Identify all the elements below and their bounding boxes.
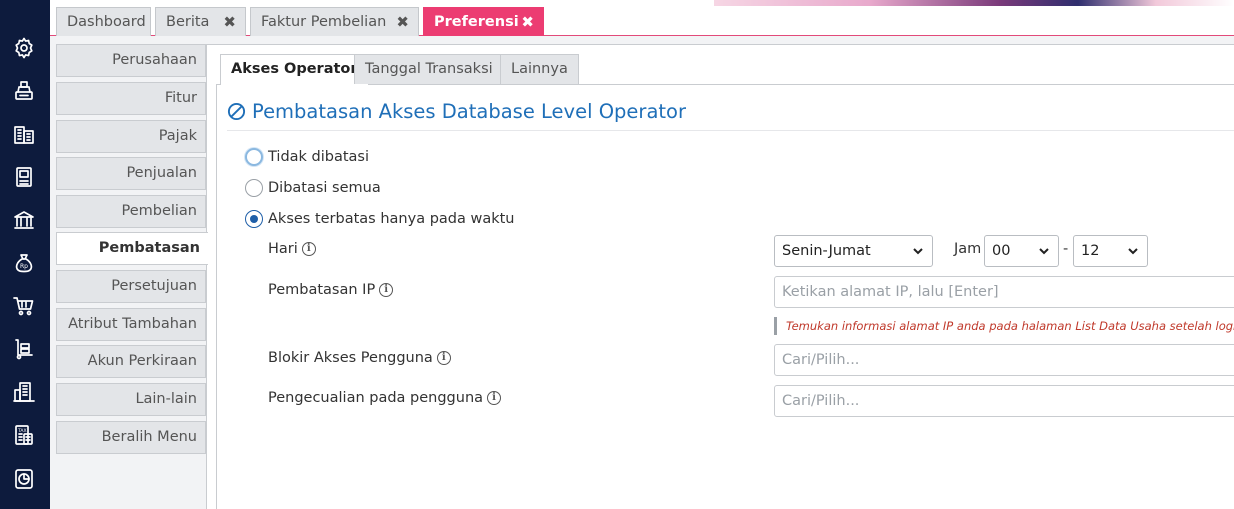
ip-label-text: Pembatasan IP xyxy=(268,282,376,298)
radio-label: Tidak dibatasi xyxy=(268,149,370,165)
book-icon[interactable] xyxy=(11,164,37,190)
side-menu-pembelian[interactable]: Pembelian xyxy=(56,195,206,228)
tab-faktur-pembelian[interactable]: Faktur Pembelian ✖ xyxy=(250,7,419,36)
subtab-akses-operator[interactable]: Akses Operator xyxy=(220,54,369,85)
radio-button[interactable] xyxy=(245,179,263,197)
ban-icon xyxy=(227,102,246,121)
info-icon[interactable]: i xyxy=(301,242,316,256)
pengecualian-label: Pengecualian pada pengguna i xyxy=(268,390,502,406)
blokir-label: Blokir Akses Pengguna i xyxy=(268,350,451,366)
company-icon[interactable] xyxy=(11,379,37,405)
info-icon[interactable]: i xyxy=(379,283,394,297)
tab-bar: Dashboard Berita ✖ Faktur Pembelian ✖ Pr… xyxy=(50,6,1234,36)
side-menu-pembatasan[interactable]: Pembatasan xyxy=(56,232,208,265)
blokir-label-text: Blokir Akses Pengguna xyxy=(268,350,433,366)
tab-preferensi[interactable]: Preferensi ✖ xyxy=(423,7,544,36)
building-icon[interactable] xyxy=(11,121,37,147)
hari-select[interactable]: Senin-Jumat xyxy=(774,235,933,267)
money-bag-icon[interactable]: Rp xyxy=(11,250,37,276)
tab-label: Berita xyxy=(166,14,210,30)
jam-separator: - xyxy=(1063,241,1069,257)
side-menu-perusahaan[interactable]: Perusahaan xyxy=(56,44,206,77)
pengecualian-select[interactable]: Cari/Pilih... xyxy=(774,385,1234,417)
icon-rail: Rp TAX xyxy=(0,0,50,509)
ip-input[interactable]: Ketikan alamat IP, lalu [Enter] xyxy=(774,276,1234,308)
radio-button[interactable] xyxy=(245,148,263,166)
tab-label: Faktur Pembelian xyxy=(261,14,387,30)
report-icon[interactable] xyxy=(11,466,37,492)
radio-tidak-dibatasi[interactable]: Tidak dibatasi xyxy=(245,148,369,166)
tab-dashboard[interactable]: Dashboard xyxy=(56,7,151,36)
svg-text:Rp: Rp xyxy=(20,263,28,270)
cart-icon[interactable] xyxy=(11,293,37,319)
hari-select-value: Senin-Jumat xyxy=(782,243,871,259)
subtab-tanggal-transaksi[interactable]: Tanggal Transaksi xyxy=(354,54,504,84)
side-menu-penjualan[interactable]: Penjualan xyxy=(56,157,206,190)
radio-dibatasi-semua[interactable]: Dibatasi semua xyxy=(245,179,381,197)
svg-text:TAX: TAX xyxy=(17,428,27,434)
section-title-text: Pembatasan Akses Database Level Operator xyxy=(252,100,686,123)
bank-icon[interactable] xyxy=(11,207,37,233)
blokir-select[interactable]: Cari/Pilih... xyxy=(774,344,1234,376)
chevron-down-icon xyxy=(1128,248,1138,255)
close-icon[interactable]: ✖ xyxy=(396,13,409,31)
jam-from-select[interactable]: 00 xyxy=(984,235,1059,267)
ip-label: Pembatasan IP i xyxy=(268,282,394,298)
info-icon[interactable]: i xyxy=(436,351,451,365)
side-menu-beralih-menu[interactable]: Beralih Menu xyxy=(56,421,206,454)
radio-akses-terbatas[interactable]: Akses terbatas hanya pada waktu xyxy=(245,210,515,228)
close-icon[interactable]: ✖ xyxy=(521,13,534,31)
side-menu-persetujuan[interactable]: Persetujuan xyxy=(56,270,206,303)
hari-label: Hari i xyxy=(268,241,316,257)
ip-hint: Temukan informasi alamat IP anda pada ha… xyxy=(774,317,1234,335)
cash-register-icon[interactable] xyxy=(11,78,37,104)
tab-label: Preferensi xyxy=(434,14,519,30)
info-icon[interactable]: i xyxy=(487,391,502,405)
hand-truck-icon[interactable] xyxy=(11,336,37,362)
jam-from-value: 00 xyxy=(992,243,1011,259)
side-menu-akun-perkiraan[interactable]: Akun Perkiraan xyxy=(56,345,206,378)
jam-to-select[interactable]: 12 xyxy=(1073,235,1148,267)
section-title: Pembatasan Akses Database Level Operator xyxy=(227,100,686,123)
side-menu-atribut-tambahan[interactable]: Atribut Tambahan xyxy=(56,308,206,341)
close-icon[interactable]: ✖ xyxy=(223,13,236,31)
hari-label-text: Hari xyxy=(268,241,298,257)
subtab-lainnya[interactable]: Lainnya xyxy=(500,54,579,84)
subtab-divider xyxy=(216,84,1234,85)
title-divider xyxy=(227,130,1234,131)
side-menu-lain-lain[interactable]: Lain-lain xyxy=(56,383,206,416)
settings-icon[interactable] xyxy=(11,35,37,61)
tab-label: Dashboard xyxy=(67,14,146,30)
radio-label: Dibatasi semua xyxy=(268,180,381,196)
tab-berita[interactable]: Berita ✖ xyxy=(155,7,246,36)
chevron-down-icon xyxy=(913,248,923,255)
tax-icon[interactable]: TAX xyxy=(11,422,37,448)
side-menu-pajak[interactable]: Pajak xyxy=(56,120,206,153)
side-menu-fitur[interactable]: Fitur xyxy=(56,82,206,115)
pengecualian-label-text: Pengecualian pada pengguna xyxy=(268,390,484,406)
chevron-down-icon xyxy=(1039,248,1049,255)
jam-label: Jam xyxy=(954,241,982,257)
jam-to-value: 12 xyxy=(1081,243,1100,259)
radio-button[interactable] xyxy=(245,210,263,228)
radio-label: Akses terbatas hanya pada waktu xyxy=(268,211,515,227)
